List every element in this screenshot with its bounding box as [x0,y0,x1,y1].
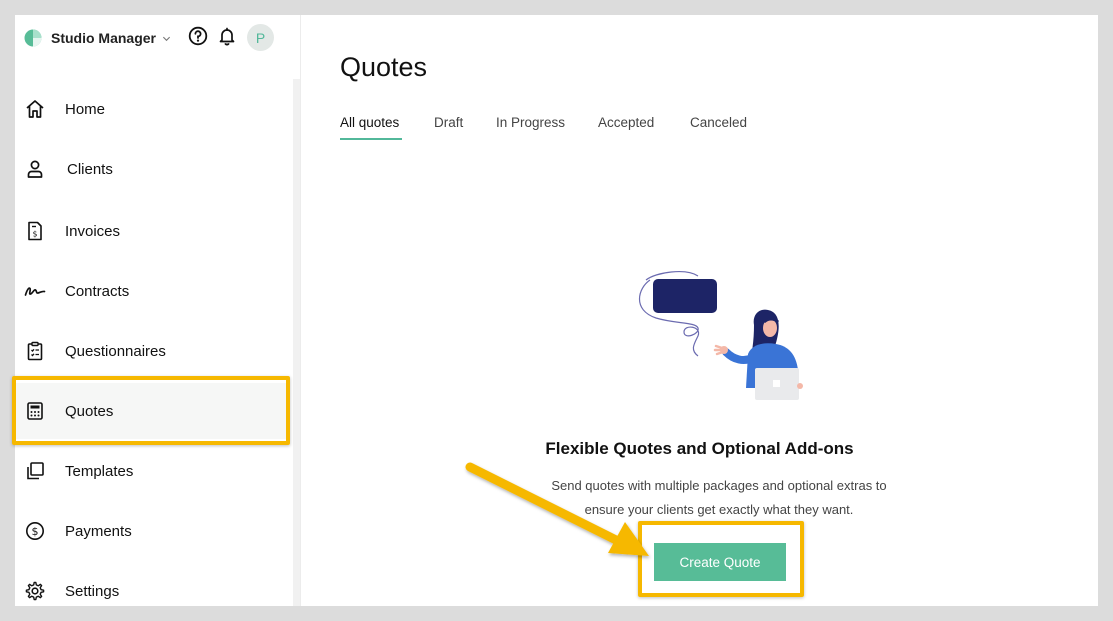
sidebar-item-clients[interactable]: Clients [15,141,287,197]
sidebar-item-label: Home [65,100,106,118]
create-quote-button[interactable]: Create Quote [654,543,786,581]
templates-icon [24,460,46,482]
sidebar-item-settings[interactable]: Settings [15,563,287,606]
sidebar-item-label: Templates [65,462,134,480]
empty-state-description-line: Send quotes with multiple packages and o… [551,478,887,493]
active-tab-indicator [340,138,402,140]
dollar-circle-icon: $ [24,520,46,542]
user-icon [24,158,46,180]
tab-in-progress[interactable]: In Progress [496,115,565,141]
tab-canceled[interactable]: Canceled [690,115,747,141]
calculator-icon [24,400,46,422]
tab-draft[interactable]: Draft [434,115,463,141]
question-circle-icon[interactable] [188,26,208,46]
sidebar-item-label: Quotes [65,402,114,420]
sidebar-item-label: Settings [65,582,120,600]
svg-text:$: $ [32,525,39,538]
sidebar-item-quotes[interactable]: Quotes [15,383,287,439]
sidebar-item-label: Contracts [65,282,130,300]
sidebar-item-label: Clients [67,160,113,178]
main-content: Quotes All quotes Draft In Progress Acce… [301,15,1098,606]
sidebar-item-invoices[interactable]: $ Invoices [15,203,287,259]
sidebar-item-home[interactable]: Home [15,81,287,137]
sidebar-item-label: Questionnaires [65,342,166,360]
gear-icon [24,580,46,602]
avatar[interactable]: P [247,24,274,51]
chevron-down-icon [162,36,171,41]
sidebar-item-payments[interactable]: $ Payments [15,503,287,559]
tab-accepted[interactable]: Accepted [598,115,654,141]
empty-state-description-line: ensure your clients get exactly what the… [584,502,854,517]
woman-laptop-speech-bubble-illustration [638,271,803,400]
sidebar-item-templates[interactable]: Templates [15,443,287,499]
leaf-logo-icon [24,29,42,47]
clipboard-icon [24,340,46,362]
page-title: Quotes [340,52,428,82]
sidebar-item-label: Invoices [65,222,121,240]
empty-state-title: Flexible Quotes and Optional Add-ons [545,439,854,458]
empty-state-description: Send quotes with multiple packages and o… [519,474,919,522]
sidebar-item-contracts[interactable]: Contracts [15,263,287,319]
signature-icon [24,280,46,302]
brand-name: Studio Manager [51,30,157,46]
sidebar: Studio Manager P Home Clients $ Invoices… [15,15,300,606]
brand-switcher[interactable]: Studio Manager [24,26,171,50]
sidebar-item-questionnaires[interactable]: Questionnaires [15,323,287,379]
sidebar-scrollbar[interactable] [293,79,300,606]
bell-icon[interactable] [217,26,237,46]
svg-text:$: $ [33,230,38,239]
sidebar-item-label: Payments [65,522,132,540]
home-icon [24,98,46,120]
app-window: Studio Manager P Home Clients $ Invoices… [15,15,1098,606]
invoice-icon: $ [24,220,46,242]
